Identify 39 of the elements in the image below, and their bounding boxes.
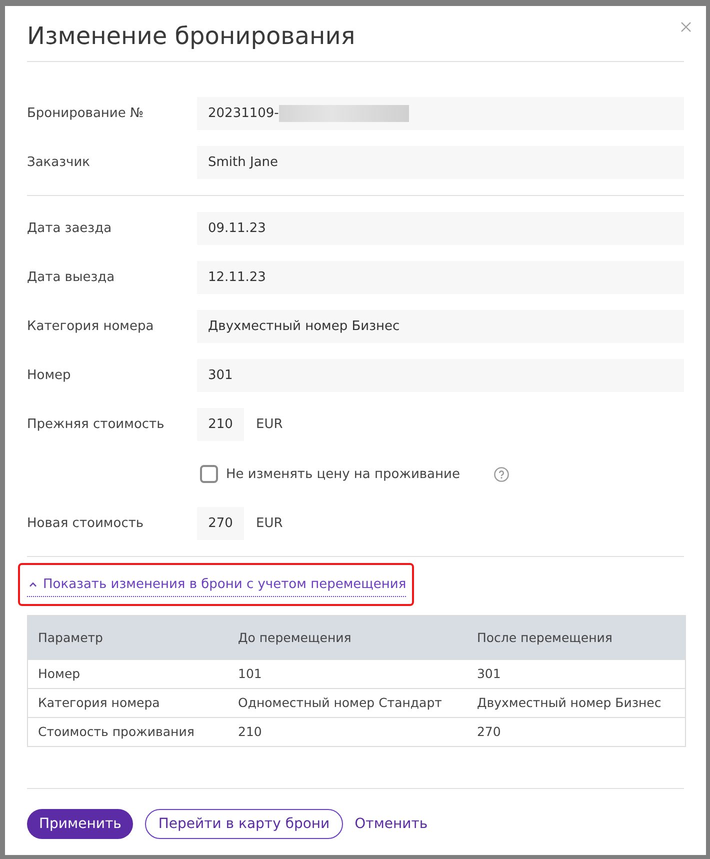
currency-label: EUR — [256, 417, 283, 432]
price-field[interactable]: 210 — [197, 408, 244, 441]
close-icon[interactable] — [681, 22, 691, 32]
checkbox-label[interactable]: Не изменять цену на проживание — [226, 466, 460, 482]
field-label: Категория номера — [27, 319, 155, 334]
input-field[interactable]: 20231109- — [197, 97, 684, 130]
field-label: Номер — [27, 368, 72, 383]
field-label: Прежняя стоимость — [27, 417, 166, 432]
checkbox[interactable] — [200, 465, 218, 483]
table-cell: 210 — [228, 717, 467, 746]
table-cell: 301 — [466, 659, 686, 688]
column-header: После перемещения — [466, 615, 686, 659]
field-label: Дата заезда — [27, 221, 113, 236]
cancel-link[interactable]: Отменить — [354, 808, 428, 838]
table-cell: Стоимость проживания — [28, 717, 228, 746]
help-icon[interactable] — [494, 466, 509, 482]
field-label: Заказчик — [27, 155, 92, 170]
column-header: До перемещения — [228, 615, 467, 659]
field-label: Дата выезда — [27, 270, 116, 285]
table-cell: Одноместный номер Стандарт — [228, 688, 467, 717]
apply-button[interactable]: Применить — [27, 808, 134, 838]
table-cell: Категория номера — [28, 688, 228, 717]
open-booking-button[interactable]: Перейти в карту брони — [145, 808, 343, 838]
currency-label: EUR — [256, 516, 283, 531]
table-cell: 270 — [466, 717, 686, 746]
field-label: Новая стоимость — [27, 516, 145, 531]
price-field[interactable]: 270 — [197, 507, 244, 540]
table-cell: Двухместный номер Бизнес — [466, 688, 686, 717]
input-field[interactable]: Smith Jane — [197, 146, 684, 179]
table-cell: Номер — [28, 659, 228, 688]
column-header: Параметр — [28, 615, 228, 659]
input-field[interactable]: 09.11.23 — [197, 212, 684, 245]
input-field[interactable]: 12.11.23 — [197, 261, 684, 294]
input-field[interactable]: 301 — [197, 359, 684, 392]
table-cell: 101 — [228, 659, 467, 688]
changes-toggle-link[interactable]: Показать изменения в брони с учетом перемещения — [27, 574, 406, 596]
input-field[interactable]: Двухместный номер Бизнес — [197, 310, 684, 343]
field-label: Бронирование № — [27, 106, 145, 121]
dialog-title: Изменение бронирования — [27, 16, 684, 62]
